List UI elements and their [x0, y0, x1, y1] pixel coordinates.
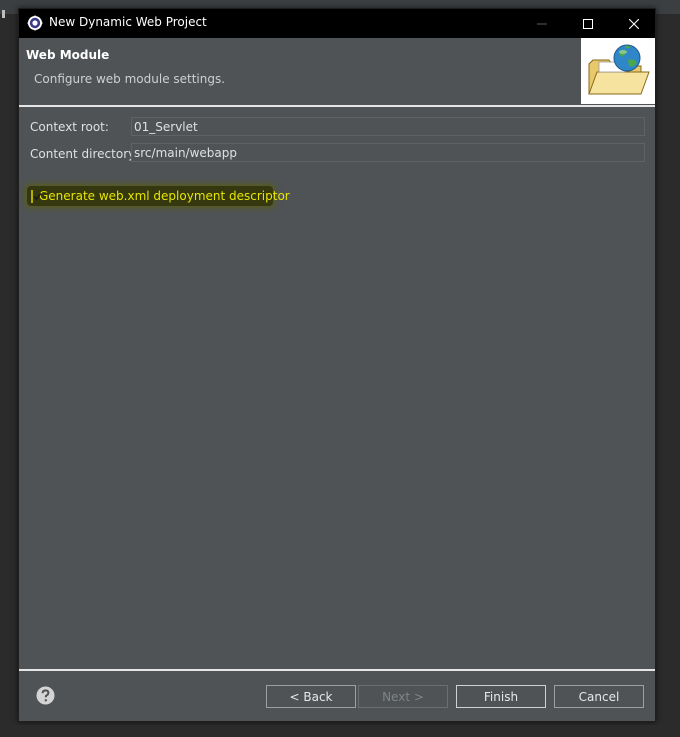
close-icon — [629, 18, 639, 29]
checkbox-label: Generate web.xml deployment descriptor — [39, 189, 290, 203]
content-directory-label: Content directory: — [30, 147, 139, 161]
help-icon[interactable] — [36, 686, 55, 705]
title-bar[interactable]: New Dynamic Web Project — [19, 9, 655, 38]
checkmark-icon — [33, 192, 42, 200]
folder-globe-icon — [588, 44, 650, 95]
cancel-button[interactable]: Cancel — [554, 685, 644, 708]
close-button[interactable] — [611, 9, 657, 38]
minimize-icon — [537, 23, 547, 24]
background-window-edge — [2, 10, 5, 18]
maximize-icon — [583, 18, 593, 29]
window-title: New Dynamic Web Project — [49, 15, 207, 29]
eclipse-gear-icon — [27, 15, 43, 31]
generate-web-xml-checkbox[interactable]: Generate web.xml deployment descriptor — [27, 186, 290, 206]
maximize-button[interactable] — [565, 9, 611, 38]
context-root-label: Context root: — [30, 120, 109, 134]
checkbox-box[interactable] — [31, 189, 42, 203]
minimize-button[interactable] — [519, 9, 565, 38]
footer-separator — [19, 669, 655, 671]
background-bottom — [0, 725, 680, 737]
context-root-input[interactable] — [131, 117, 645, 136]
content-directory-input[interactable] — [131, 143, 645, 162]
page-title: Web Module — [26, 48, 110, 62]
finish-button[interactable]: Finish — [456, 685, 546, 708]
new-dynamic-web-project-dialog: New Dynamic Web Project Web Module Confi… — [18, 8, 656, 722]
header-separator — [19, 105, 655, 107]
next-button[interactable]: Next > — [358, 685, 448, 708]
header-banner — [581, 38, 655, 104]
wizard-header: Web Module Configure web module settings… — [19, 38, 655, 105]
back-button[interactable]: < Back — [266, 685, 356, 708]
page-description: Configure web module settings. — [34, 72, 226, 86]
